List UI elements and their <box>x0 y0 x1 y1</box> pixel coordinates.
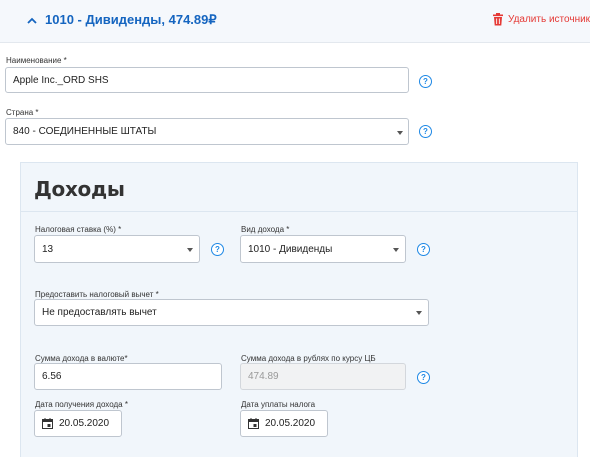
chevron-up-icon[interactable] <box>25 14 39 28</box>
tax-payment-date-value: 20.05.2020 <box>265 418 316 429</box>
income-date-input[interactable]: 20.05.2020 <box>34 410 122 437</box>
deduction-label: Предоставить налоговый вычет * <box>35 290 159 299</box>
delete-source-button[interactable]: Удалить источник <box>492 13 590 26</box>
income-title: Доходы <box>34 177 125 201</box>
panel-divider <box>21 211 577 212</box>
amount-currency-label: Сумма дохода в валюте* <box>35 354 128 363</box>
name-input[interactable]: Apple Inc._ORD SHS <box>5 67 409 93</box>
help-icon[interactable]: ? <box>417 243 430 256</box>
help-icon[interactable]: ? <box>417 371 430 384</box>
help-icon[interactable]: ? <box>419 125 432 138</box>
name-label: Наименование * <box>6 56 67 65</box>
tax-rate-select[interactable]: 13 <box>34 235 200 263</box>
source-header[interactable]: 1010 - Дивиденды, 474.89₽ Удалить источн… <box>0 0 590 43</box>
income-date-value: 20.05.2020 <box>59 418 110 429</box>
income-type-select[interactable]: 1010 - Дивиденды <box>240 235 406 263</box>
dropdown-arrow-icon <box>187 248 193 252</box>
tax-rate-value: 13 <box>42 243 54 255</box>
amount-rub-input: 474.89 <box>240 363 406 390</box>
calendar-icon <box>42 418 53 429</box>
tax-payment-date-label: Дата уплаты налога <box>241 400 316 409</box>
dropdown-arrow-icon <box>416 311 422 315</box>
calendar-icon <box>248 418 259 429</box>
country-label: Страна * <box>6 108 39 117</box>
dropdown-arrow-icon <box>397 131 403 135</box>
amount-rub-label: Сумма дохода в рублях по курсу ЦБ <box>241 354 376 363</box>
income-type-value: 1010 - Дивиденды <box>248 243 333 255</box>
deduction-value: Не предоставлять вычет <box>42 307 157 318</box>
income-type-label: Вид дохода * <box>241 225 290 234</box>
amount-currency-value: 6.56 <box>42 371 62 382</box>
deduction-select[interactable]: Не предоставлять вычет <box>34 299 429 326</box>
country-value: 840 - СОЕДИНЕННЫЕ ШТАТЫ <box>13 126 157 137</box>
tax-payment-date-input[interactable]: 20.05.2020 <box>240 410 328 437</box>
source-title: 1010 - Дивиденды, 474.89₽ <box>45 12 217 27</box>
dropdown-arrow-icon <box>393 248 399 252</box>
country-select[interactable]: 840 - СОЕДИНЕННЫЕ ШТАТЫ <box>5 118 409 145</box>
trash-icon <box>493 13 503 26</box>
tax-rate-label: Налоговая ставка (%) * <box>35 225 122 234</box>
amount-currency-input[interactable]: 6.56 <box>34 363 222 390</box>
delete-source-label: Удалить источник <box>508 14 590 25</box>
name-value: Apple Inc._ORD SHS <box>13 74 109 86</box>
income-date-label: Дата получения дохода * <box>35 400 128 409</box>
amount-rub-value: 474.89 <box>248 371 279 382</box>
help-icon[interactable]: ? <box>211 243 224 256</box>
help-icon[interactable]: ? <box>419 75 432 88</box>
